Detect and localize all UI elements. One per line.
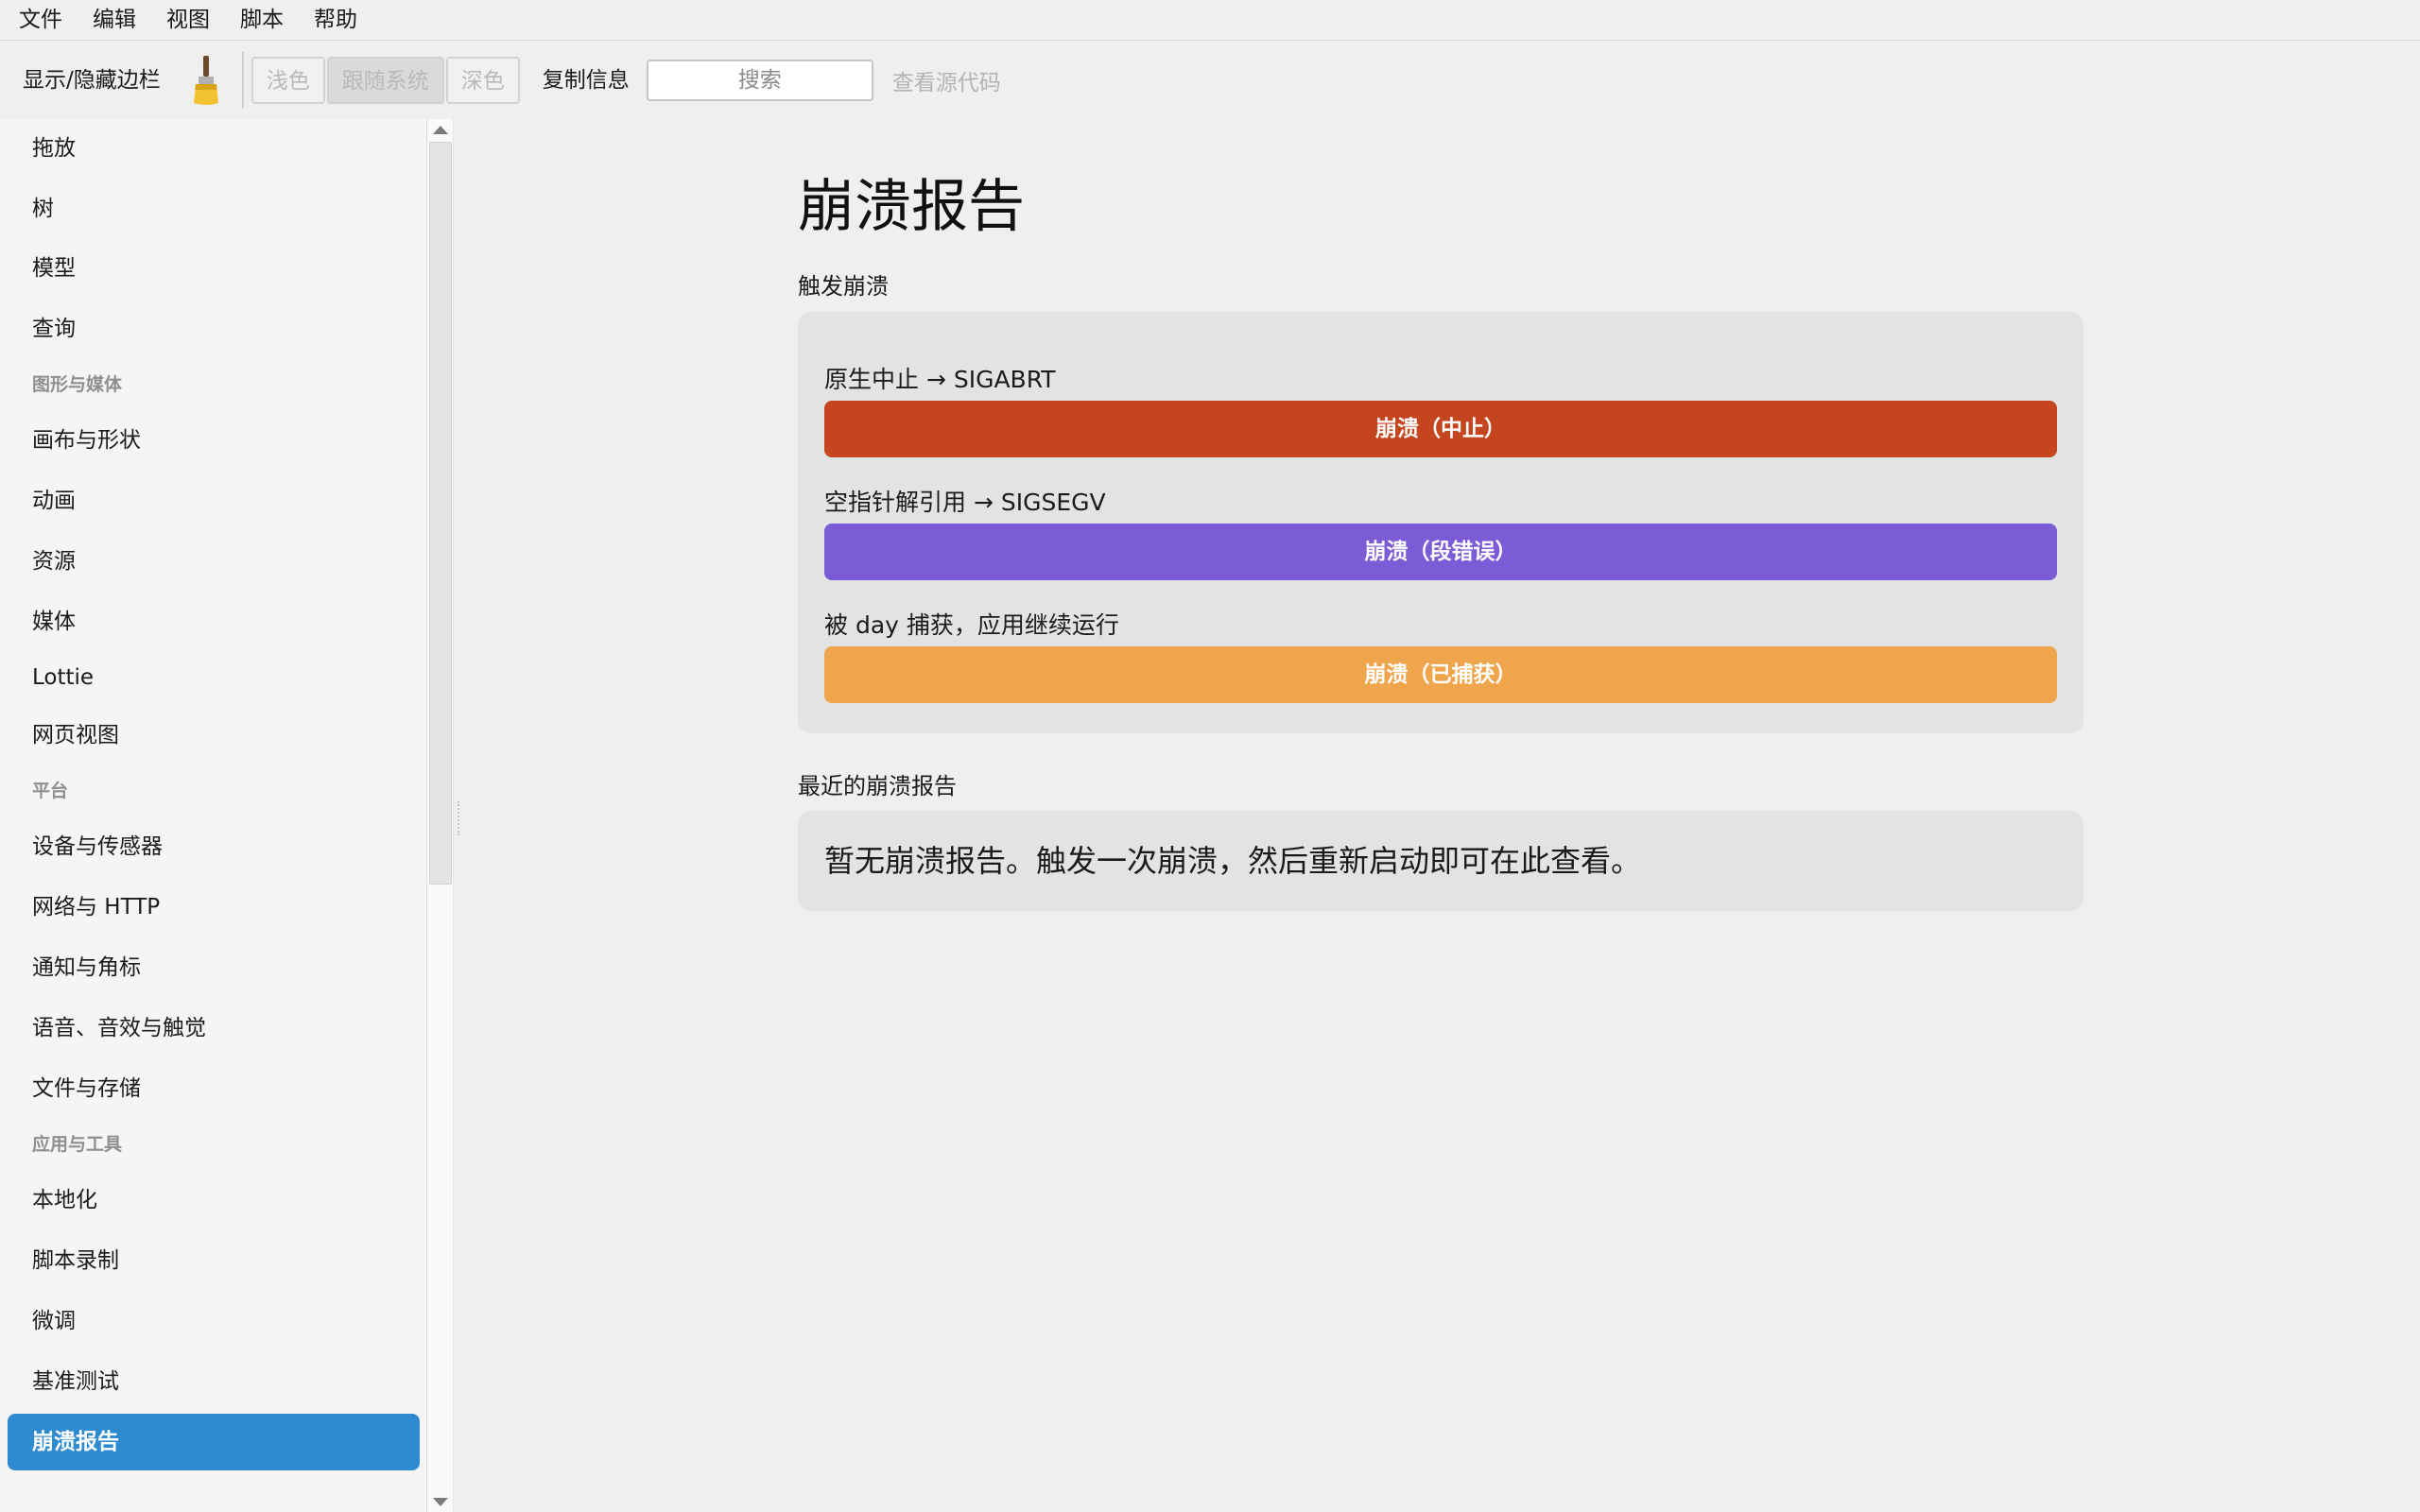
sidebar-item-tree[interactable]: 树 bbox=[8, 180, 420, 237]
sidebar-item-model[interactable]: 模型 bbox=[8, 240, 420, 297]
crash-caught-description: 被 day 捕获，应用继续运行 bbox=[824, 611, 1119, 639]
sidebar-item-speech-sound-haptics[interactable]: 语音、音效与触觉 bbox=[8, 1000, 420, 1057]
sidebar-item-crash-report[interactable]: 崩溃报告 bbox=[8, 1414, 420, 1470]
paintbrush-icon[interactable] bbox=[187, 54, 225, 107]
crash-abort-description: 原生中止 → SIGABRT bbox=[824, 366, 1056, 393]
arrow-up-icon bbox=[433, 125, 448, 134]
page-title: 崩溃报告 bbox=[798, 174, 1025, 240]
sidebar-item-query[interactable]: 查询 bbox=[8, 301, 420, 357]
arrow-down-icon bbox=[433, 1497, 448, 1506]
menu-help[interactable]: 帮助 bbox=[299, 0, 372, 41]
sidebar-scrollbar[interactable] bbox=[427, 119, 454, 1512]
menu-file[interactable]: 文件 bbox=[4, 0, 78, 41]
crash-segfault-description: 空指针解引用 → SIGSEGV bbox=[824, 489, 1106, 516]
scroll-up-button[interactable] bbox=[427, 119, 454, 140]
crash-abort-button[interactable]: 崩溃（中止） bbox=[824, 401, 2057, 457]
recent-reports-card: 暂无崩溃报告。触发一次崩溃，然后重新启动即可在此查看。 bbox=[798, 811, 2083, 911]
sidebar-item-localization[interactable]: 本地化 bbox=[8, 1172, 420, 1228]
menu-view[interactable]: 视图 bbox=[151, 0, 225, 41]
crash-caught-button[interactable]: 崩溃（已捕获） bbox=[824, 646, 2057, 703]
theme-system-button[interactable]: 跟随系统 bbox=[326, 57, 444, 104]
recent-reports-section-label: 最近的崩溃报告 bbox=[798, 773, 957, 799]
sidebar-item-lottie[interactable]: Lottie bbox=[8, 649, 420, 706]
menu-script[interactable]: 脚本 bbox=[225, 0, 299, 41]
sidebar-item-animation[interactable]: 动画 bbox=[8, 472, 420, 529]
sidebar-item-tweaks[interactable]: 微调 bbox=[8, 1293, 420, 1349]
theme-switcher: 浅色 跟随系统 深色 bbox=[251, 57, 522, 104]
scroll-thumb[interactable] bbox=[429, 142, 452, 885]
sidebar-splitter-handle[interactable] bbox=[458, 801, 459, 835]
sidebar: 拖放 树 模型 查询 图形与媒体 画布与形状 动画 资源 媒体 Lottie 网… bbox=[0, 119, 427, 1512]
crash-segfault-button[interactable]: 崩溃（段错误） bbox=[824, 524, 2057, 580]
view-source-button[interactable]: 查看源代码 bbox=[892, 64, 1001, 96]
sidebar-item-network-http[interactable]: 网络与 HTTP bbox=[8, 879, 420, 936]
menu-edit[interactable]: 编辑 bbox=[78, 0, 151, 41]
theme-dark-button[interactable]: 深色 bbox=[445, 57, 520, 104]
sidebar-section-app-tools: 应用与工具 bbox=[32, 1134, 123, 1155]
sidebar-item-drag-drop[interactable]: 拖放 bbox=[8, 120, 420, 177]
sidebar-item-files-storage[interactable]: 文件与存储 bbox=[8, 1060, 420, 1117]
sidebar-item-notifications-badges[interactable]: 通知与角标 bbox=[8, 939, 420, 996]
scroll-down-button[interactable] bbox=[427, 1491, 454, 1512]
sidebar-item-resources[interactable]: 资源 bbox=[8, 533, 420, 590]
toggle-sidebar-button[interactable]: 显示/隐藏边栏 bbox=[23, 61, 161, 99]
sidebar-section-graphics-media: 图形与媒体 bbox=[32, 374, 123, 395]
toolbar-separator bbox=[241, 52, 244, 109]
trigger-crash-card: 原生中止 → SIGABRT 崩溃（中止） 空指针解引用 → SIGSEGV 崩… bbox=[798, 312, 2083, 733]
sidebar-section-platform: 平台 bbox=[32, 781, 69, 801]
sidebar-item-script-recording[interactable]: 脚本录制 bbox=[8, 1232, 420, 1289]
search-input[interactable] bbox=[646, 60, 873, 101]
copy-info-button[interactable]: 复制信息 bbox=[543, 61, 630, 99]
toolbar: 显示/隐藏边栏 浅色 跟随系统 深色 复制信息 查看源代码 bbox=[0, 42, 2420, 119]
sidebar-item-webview[interactable]: 网页视图 bbox=[8, 707, 420, 764]
sidebar-item-devices-sensors[interactable]: 设备与传感器 bbox=[8, 818, 420, 875]
theme-light-button[interactable]: 浅色 bbox=[251, 57, 325, 104]
sidebar-item-media[interactable]: 媒体 bbox=[8, 593, 420, 650]
menu-bar: 文件 编辑 视图 脚本 帮助 bbox=[0, 0, 2420, 41]
sidebar-item-benchmark[interactable]: 基准测试 bbox=[8, 1353, 420, 1410]
trigger-section-label: 触发崩溃 bbox=[798, 273, 889, 300]
sidebar-item-canvas-shapes[interactable]: 画布与形状 bbox=[8, 412, 420, 469]
empty-reports-message: 暂无崩溃报告。触发一次崩溃，然后重新启动即可在此查看。 bbox=[824, 843, 1642, 879]
